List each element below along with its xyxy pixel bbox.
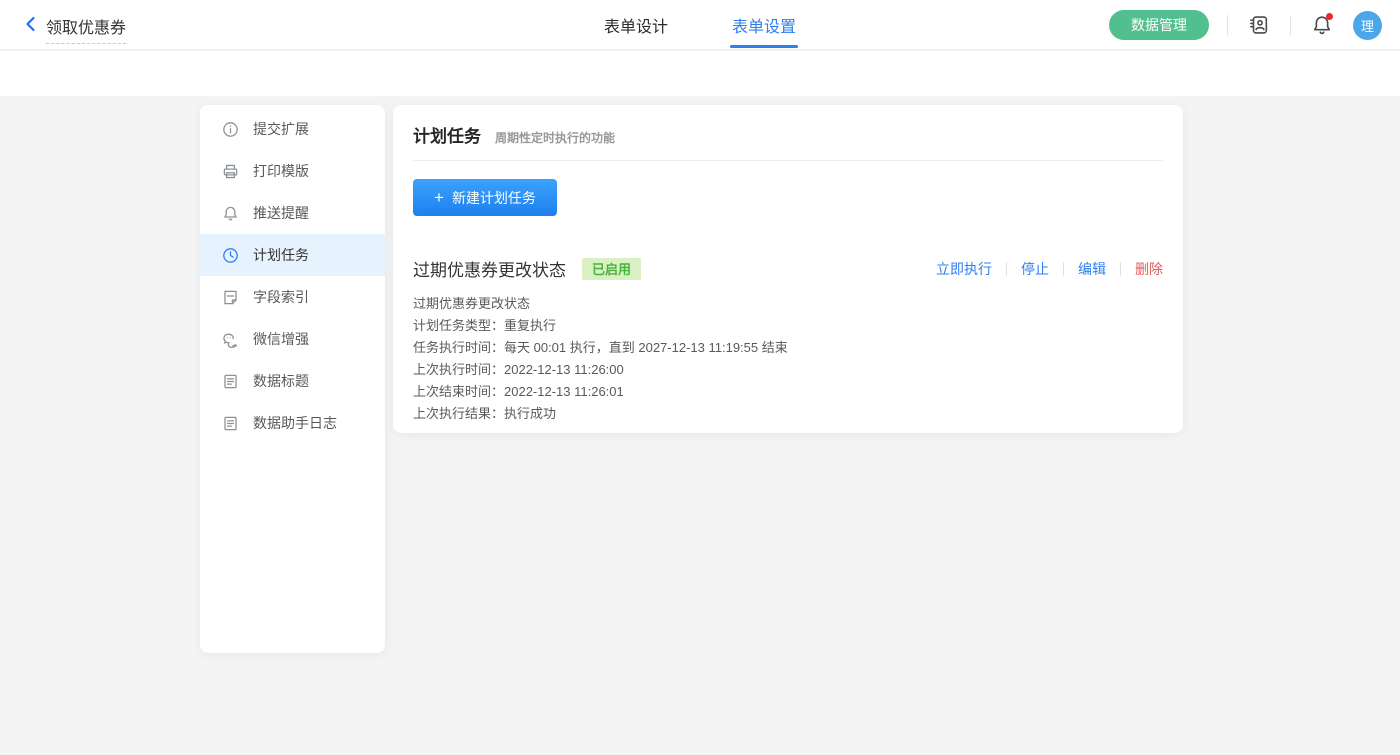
panel-title: 计划任务 — [413, 122, 481, 147]
sidebar-item-print-template[interactable]: 打印模版 — [200, 150, 385, 192]
panel-subtitle: 周期性定时执行的功能 — [495, 129, 615, 146]
plus-icon: + — [434, 189, 444, 206]
divider — [1063, 262, 1064, 276]
header-actions: 数据管理 理 — [1109, 0, 1382, 50]
sidebar-item-label: 推送提醒 — [253, 203, 309, 223]
task-actions: 立即执行 停止 编辑 删除 — [936, 259, 1163, 279]
printer-icon — [222, 163, 239, 180]
sidebar-item-field-index[interactable]: 字段索引 — [200, 276, 385, 318]
notification-dot — [1326, 13, 1333, 20]
task-detail-line: 过期优惠券更改状态 — [413, 293, 1163, 315]
new-task-button-label: 新建计划任务 — [452, 188, 536, 208]
wechat-icon — [222, 331, 239, 348]
delete-link[interactable]: 删除 — [1135, 259, 1163, 279]
list-icon — [222, 373, 239, 390]
list-icon — [222, 415, 239, 432]
sidebar-item-label: 微信增强 — [253, 329, 309, 349]
task-detail-line: 上次执行时间：2022-12-13 11:26:00 — [413, 359, 1163, 381]
notification-bell-icon[interactable] — [1309, 12, 1335, 38]
sidebar-item-submit-extension[interactable]: 提交扩展 — [200, 108, 385, 150]
contact-book-icon[interactable] — [1246, 12, 1272, 38]
user-avatar[interactable]: 理 — [1353, 11, 1382, 40]
app-window: 领取优惠券 表单设计 表单设置 数据管理 — [0, 0, 1400, 755]
tab-form-settings[interactable]: 表单设置 — [732, 0, 796, 50]
new-scheduled-task-button[interactable]: + 新建计划任务 — [413, 179, 557, 216]
panel-header: 计划任务 周期性定时执行的功能 — [413, 105, 1163, 147]
task-detail-line: 任务执行时间：每天 00:01 执行，直到 2027-12-13 11:19:5… — [413, 337, 1163, 359]
sidebar-item-data-assistant-log[interactable]: 数据助手日志 — [200, 402, 385, 444]
sidebar-item-data-title[interactable]: 数据标题 — [200, 360, 385, 402]
sidebar-item-scheduled-tasks[interactable]: 计划任务 — [200, 234, 385, 276]
task-name: 过期优惠券更改状态 — [413, 256, 566, 281]
task-details: 过期优惠券更改状态 计划任务类型：重复执行 任务执行时间：每天 00:01 执行… — [413, 293, 1163, 425]
sidebar-item-wechat-enhance[interactable]: 微信增强 — [200, 318, 385, 360]
task-detail-line: 上次执行结果：执行成功 — [413, 403, 1163, 425]
sidebar-item-label: 计划任务 — [253, 245, 309, 265]
execute-now-link[interactable]: 立即执行 — [936, 259, 992, 279]
divider — [1227, 15, 1228, 35]
info-icon — [222, 121, 239, 138]
task-item-header: 过期优惠券更改状态 已启用 立即执行 停止 编辑 删除 — [413, 256, 1163, 281]
sidebar-item-label: 字段索引 — [253, 287, 309, 307]
tab-form-design[interactable]: 表单设计 — [604, 0, 668, 50]
sidebar-item-push-reminder[interactable]: 推送提醒 — [200, 192, 385, 234]
edit-link[interactable]: 编辑 — [1078, 259, 1106, 279]
stop-link[interactable]: 停止 — [1021, 259, 1049, 279]
divider — [1120, 262, 1121, 276]
divider — [413, 160, 1163, 161]
sidebar-item-label: 数据标题 — [253, 371, 309, 391]
task-detail-line: 计划任务类型：重复执行 — [413, 315, 1163, 337]
bell-icon — [222, 205, 239, 222]
task-detail-line: 上次结束时间：2022-12-13 11:26:01 — [413, 381, 1163, 403]
scheduled-tasks-panel: 计划任务 周期性定时执行的功能 + 新建计划任务 过期优惠券更改状态 已启用 立… — [393, 105, 1183, 433]
sub-header-strip — [0, 51, 1400, 96]
divider — [1290, 15, 1291, 35]
sidebar-item-label: 打印模版 — [253, 161, 309, 181]
sidebar-item-label: 数据助手日志 — [253, 413, 337, 433]
divider — [1006, 262, 1007, 276]
status-badge: 已启用 — [582, 258, 641, 280]
data-manage-button[interactable]: 数据管理 — [1109, 10, 1209, 40]
top-header: 领取优惠券 表单设计 表单设置 数据管理 — [0, 0, 1400, 50]
clock-icon — [222, 247, 239, 264]
settings-sidebar: 提交扩展 打印模版 推送提醒 — [200, 105, 385, 653]
document-icon — [222, 289, 239, 306]
sidebar-item-label: 提交扩展 — [253, 119, 309, 139]
